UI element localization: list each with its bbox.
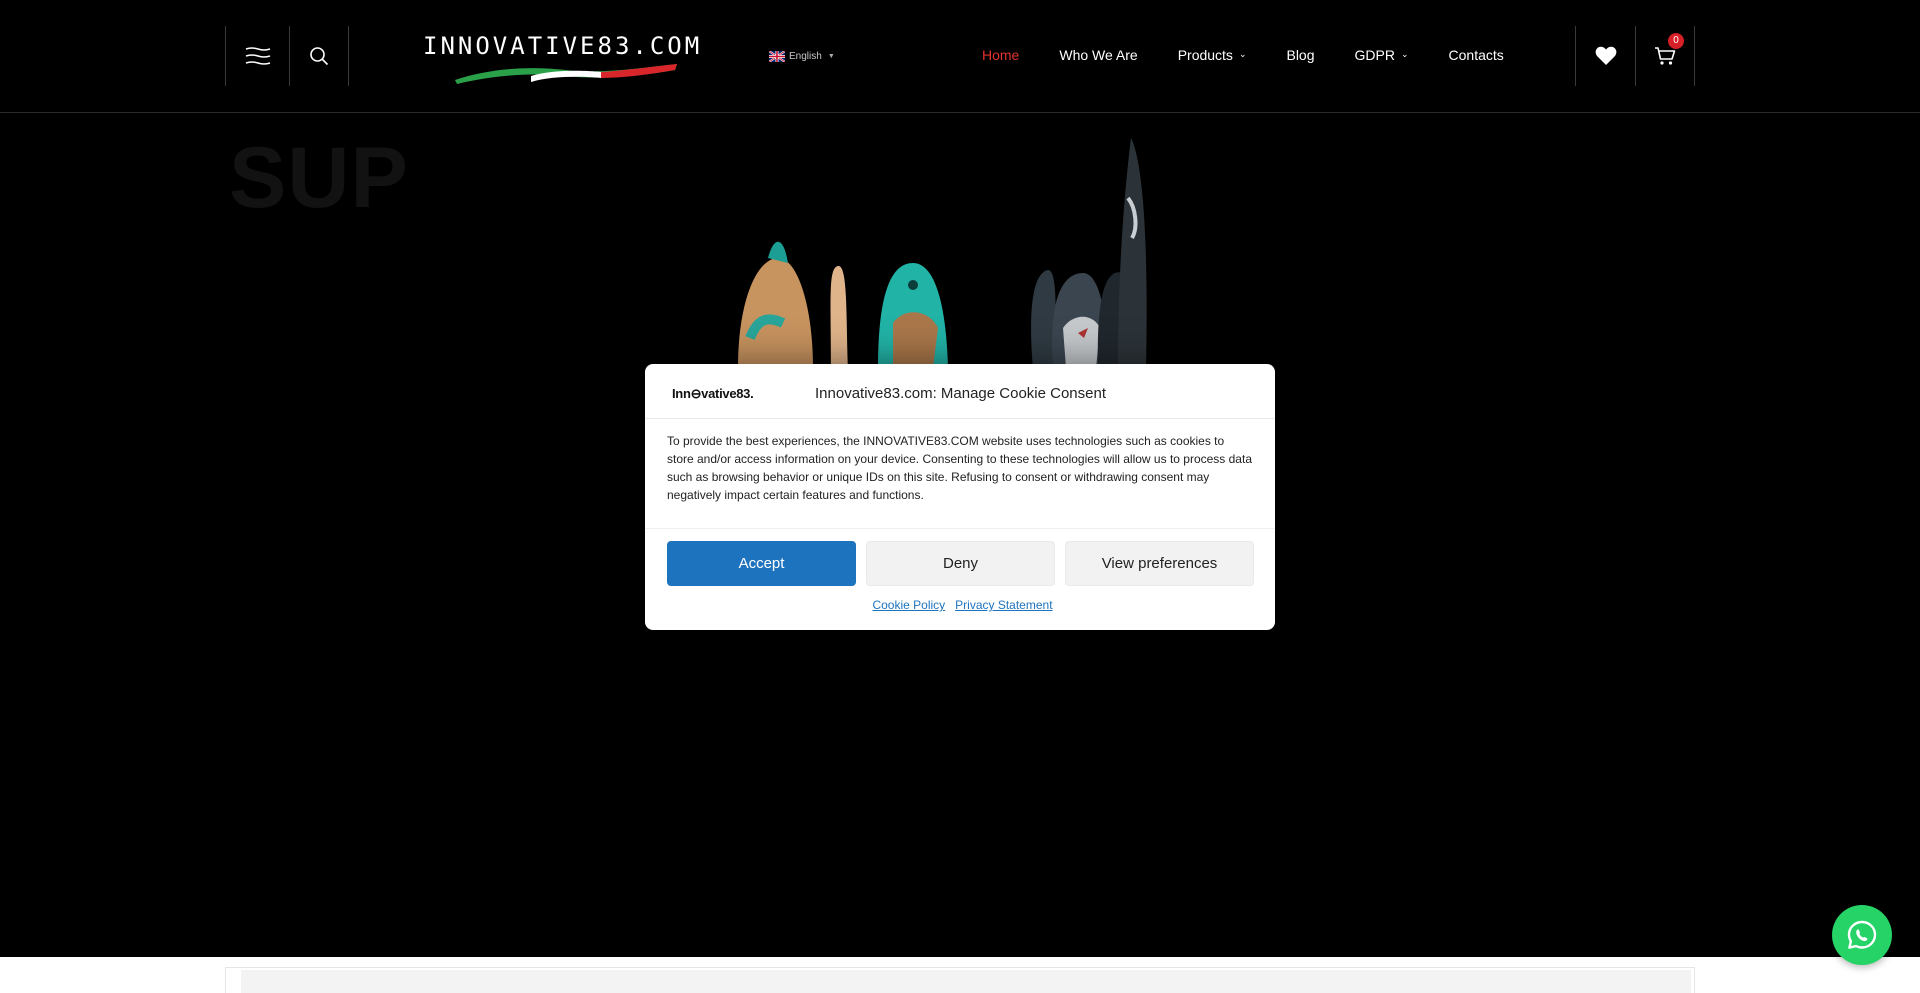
content-box-inner	[241, 970, 1691, 993]
cookie-consent-modal: Inn⊖vative83. Innovative83.com: Manage C…	[645, 364, 1275, 630]
sup-boards-image	[738, 138, 1147, 368]
italian-flag-swoosh-icon	[455, 64, 677, 84]
site-logo[interactable]: INNOVATIVE83.COM	[423, 30, 703, 84]
logo-text: INNOVATIVE83.COM	[423, 32, 703, 60]
accept-button[interactable]: Accept	[667, 541, 856, 586]
language-switcher[interactable]: English ▼	[769, 51, 835, 62]
cookie-modal-actions: Accept Deny View preferences	[667, 541, 1254, 586]
nav-who-we-are[interactable]: Who We Are	[1059, 47, 1137, 63]
cookie-modal-title: Innovative83.com: Manage Cookie Consent	[815, 385, 1107, 402]
nav-gdpr[interactable]: GDPR ⌄	[1355, 47, 1409, 63]
nav-contacts[interactable]: Contacts	[1449, 47, 1504, 63]
nav-products-label: Products	[1177, 47, 1233, 63]
wishlist-button[interactable]	[1575, 26, 1635, 86]
privacy-statement-link[interactable]: Privacy Statement	[955, 598, 1052, 612]
nav-blog[interactable]: Blog	[1286, 47, 1314, 63]
language-label: English	[789, 51, 822, 62]
cart-icon	[1655, 47, 1676, 65]
menu-button[interactable]	[225, 26, 289, 86]
whatsapp-chat-button[interactable]	[1832, 905, 1892, 965]
caret-down-icon: ▼	[827, 53, 835, 60]
cookie-modal-links: Cookie Policy Privacy Statement	[645, 598, 1275, 612]
menu-icon	[245, 47, 270, 65]
site-header: INNOVATIVE83.COM English ▼ Home Who We A…	[0, 0, 1920, 113]
cart-button[interactable]: 0	[1635, 26, 1695, 86]
cookie-policy-link[interactable]: Cookie Policy	[872, 598, 945, 612]
nav-contacts-label: Contacts	[1448, 47, 1504, 63]
view-preferences-button[interactable]: View preferences	[1065, 541, 1254, 586]
chevron-down-icon: ⌄	[1238, 48, 1247, 59]
cart-count-badge: 0	[1668, 33, 1684, 49]
nav-gdpr-label: GDPR	[1354, 47, 1395, 63]
chevron-down-icon: ⌄	[1400, 48, 1409, 59]
search-icon	[310, 47, 329, 66]
hero-title: SUP	[229, 130, 409, 226]
deny-button[interactable]: Deny	[866, 541, 1055, 586]
uk-flag-icon	[769, 51, 785, 62]
nav-blog-label: Blog	[1286, 47, 1315, 63]
search-button[interactable]	[289, 26, 349, 86]
nav-who-we-are-label: Who We Are	[1059, 47, 1138, 63]
nav-home[interactable]: Home	[982, 47, 1019, 63]
cookie-modal-logo: Inn⊖vative83.	[672, 386, 754, 401]
nav-home-label: Home	[982, 47, 1020, 63]
main-nav: Home Who We Are Products ⌄ Blog GDPR ⌄ C…	[982, 47, 1504, 63]
nav-products[interactable]: Products ⌄	[1178, 47, 1247, 63]
cookie-modal-body: To provide the best experiences, the INN…	[645, 419, 1275, 529]
cookie-modal-header: Inn⊖vative83. Innovative83.com: Manage C…	[645, 364, 1275, 419]
heart-icon	[1595, 46, 1616, 65]
whatsapp-icon	[1847, 920, 1877, 949]
